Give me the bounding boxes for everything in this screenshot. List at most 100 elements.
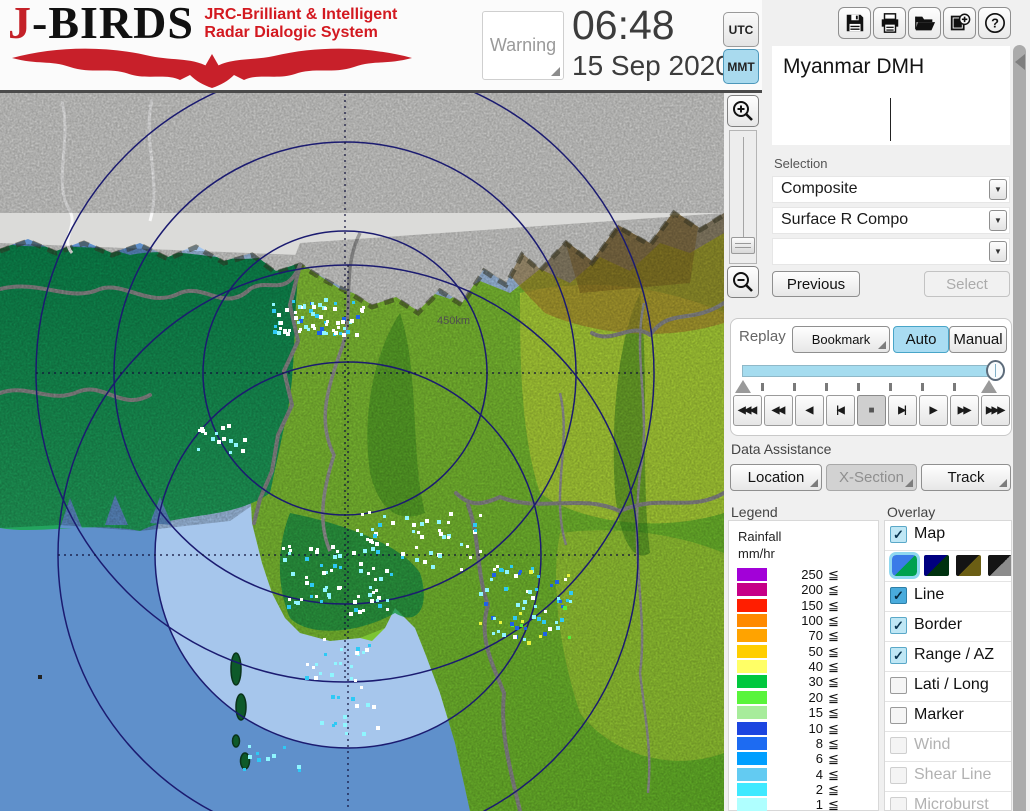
rain-cell — [320, 721, 324, 725]
map-zoom-slider[interactable] — [729, 130, 757, 264]
combo-product-group[interactable]: Composite ▼ — [772, 176, 1010, 203]
rain-cell — [521, 620, 524, 623]
legend-lte-symbol: ≦ — [828, 705, 839, 721]
open-folder-button[interactable] — [908, 7, 941, 39]
zoom-in-button[interactable] — [727, 95, 759, 127]
rain-cell — [420, 535, 424, 539]
save-button[interactable] — [838, 7, 871, 39]
rain-cell — [390, 573, 393, 576]
map-canvas — [0, 93, 724, 811]
combo-product-type[interactable]: Surface R Compo ▼ — [772, 207, 1010, 234]
rain-cell — [336, 321, 340, 325]
rain-cell — [331, 695, 335, 699]
overlay-checkbox[interactable] — [890, 677, 907, 694]
print-button[interactable] — [873, 7, 906, 39]
rain-cell — [372, 705, 376, 709]
panel-collapse-arrow[interactable] — [1015, 54, 1025, 70]
jump-end-button[interactable]: ▶▶▶ — [981, 395, 1010, 426]
overlay-checkbox[interactable] — [890, 707, 907, 724]
rain-cell — [469, 556, 472, 559]
legend-color-swatch — [737, 660, 767, 674]
panel-scrollbar[interactable] — [1013, 45, 1026, 811]
select-button[interactable]: Select — [924, 271, 1010, 297]
overlay-checkbox — [890, 767, 907, 784]
rain-cell — [425, 519, 429, 523]
x-section-button[interactable]: X-Section — [826, 464, 917, 491]
overlay-item-line: ✓ Line — [885, 582, 1011, 612]
rain-cell — [368, 511, 371, 514]
overlay-checkbox[interactable]: ✓ — [890, 526, 907, 543]
overlay-checkbox[interactable]: ✓ — [890, 587, 907, 604]
rain-cell — [356, 647, 360, 651]
rain-cell — [243, 768, 246, 771]
rain-cell — [339, 662, 342, 665]
bookmark-button[interactable]: Bookmark — [792, 326, 890, 353]
legend-entry: 8 ≦ — [729, 736, 878, 751]
rain-cell — [555, 621, 558, 624]
replay-slider-thumb[interactable] — [986, 360, 1005, 381]
legend-lte-symbol: ≦ — [828, 781, 839, 797]
overlay-checkbox — [890, 737, 907, 754]
combo-product-extra-arrow[interactable]: ▼ — [989, 241, 1007, 262]
map-style-swatch-2[interactable] — [924, 555, 949, 576]
rain-cell — [372, 567, 375, 570]
replay-slider-track[interactable] — [742, 365, 1002, 377]
map-zoom-slider-thumb[interactable] — [731, 237, 755, 254]
overlay-checkbox[interactable]: ✓ — [890, 617, 907, 634]
slider-tick — [953, 383, 956, 391]
location-button[interactable]: Location — [730, 464, 822, 491]
fast-forward-button[interactable]: ▶▶ — [950, 395, 979, 426]
rain-cell — [479, 592, 483, 596]
mmt-button[interactable]: MMT — [723, 49, 759, 84]
slider-start-marker[interactable] — [735, 380, 751, 393]
slider-end-marker[interactable] — [981, 380, 997, 393]
legend-units: mm/hr — [738, 546, 775, 561]
step-forward-button[interactable]: ▶| — [888, 395, 917, 426]
overlay-checkbox[interactable]: ✓ — [890, 647, 907, 664]
zoom-out-button[interactable] — [727, 266, 759, 298]
radar-map[interactable]: 450km — [0, 93, 724, 811]
previous-button[interactable]: Previous — [772, 271, 860, 297]
warning-button[interactable]: Warning — [482, 11, 564, 80]
combo-product-type-arrow[interactable]: ▼ — [989, 210, 1007, 231]
auto-button[interactable]: Auto — [893, 326, 949, 353]
rain-cell — [277, 331, 281, 335]
map-style-swatch-3[interactable] — [956, 555, 981, 576]
rain-cell — [327, 593, 331, 597]
manual-button[interactable]: Manual — [949, 326, 1007, 353]
utc-button[interactable]: UTC — [723, 12, 759, 47]
rain-cell — [324, 307, 327, 310]
step-back-button[interactable]: |◀ — [826, 395, 855, 426]
rain-cell — [366, 703, 370, 707]
overlay-item-border: ✓ Border — [885, 612, 1011, 642]
legend-color-swatch — [737, 568, 767, 581]
track-button[interactable]: Track — [921, 464, 1011, 491]
rain-cell — [316, 548, 319, 551]
map-style-swatch-4[interactable] — [988, 555, 1011, 576]
stop-button[interactable]: ■ — [857, 395, 886, 426]
jump-start-button[interactable]: ◀◀◀ — [733, 395, 762, 426]
play-button[interactable]: ▶ — [919, 395, 948, 426]
fast-rewind-button[interactable]: ◀◀ — [764, 395, 793, 426]
slider-tick — [921, 383, 924, 391]
rain-cell — [356, 315, 360, 319]
rain-cell — [438, 554, 442, 558]
rain-cell — [294, 316, 298, 320]
map-style-swatch-1[interactable] — [889, 552, 920, 579]
add-image-button[interactable] — [943, 7, 976, 39]
legend-lte-symbol: ≦ — [828, 659, 839, 675]
rain-cell — [323, 638, 326, 641]
rain-cell — [368, 593, 372, 597]
legend-entry: 40 ≦ — [729, 659, 878, 674]
overlay-item-shear-line: Shear Line — [885, 762, 1011, 792]
rain-cell — [201, 429, 205, 433]
combo-product-extra[interactable]: ▼ — [772, 238, 1010, 265]
combo-product-group-arrow[interactable]: ▼ — [989, 179, 1007, 200]
rain-cell — [288, 552, 291, 555]
help-button[interactable]: ? — [978, 7, 1011, 39]
rain-cell — [294, 311, 297, 314]
play-reverse-button[interactable]: ◀ — [795, 395, 824, 426]
rain-cell — [523, 600, 527, 604]
print-icon — [881, 13, 898, 33]
legend-entry: 10 ≦ — [729, 721, 878, 736]
